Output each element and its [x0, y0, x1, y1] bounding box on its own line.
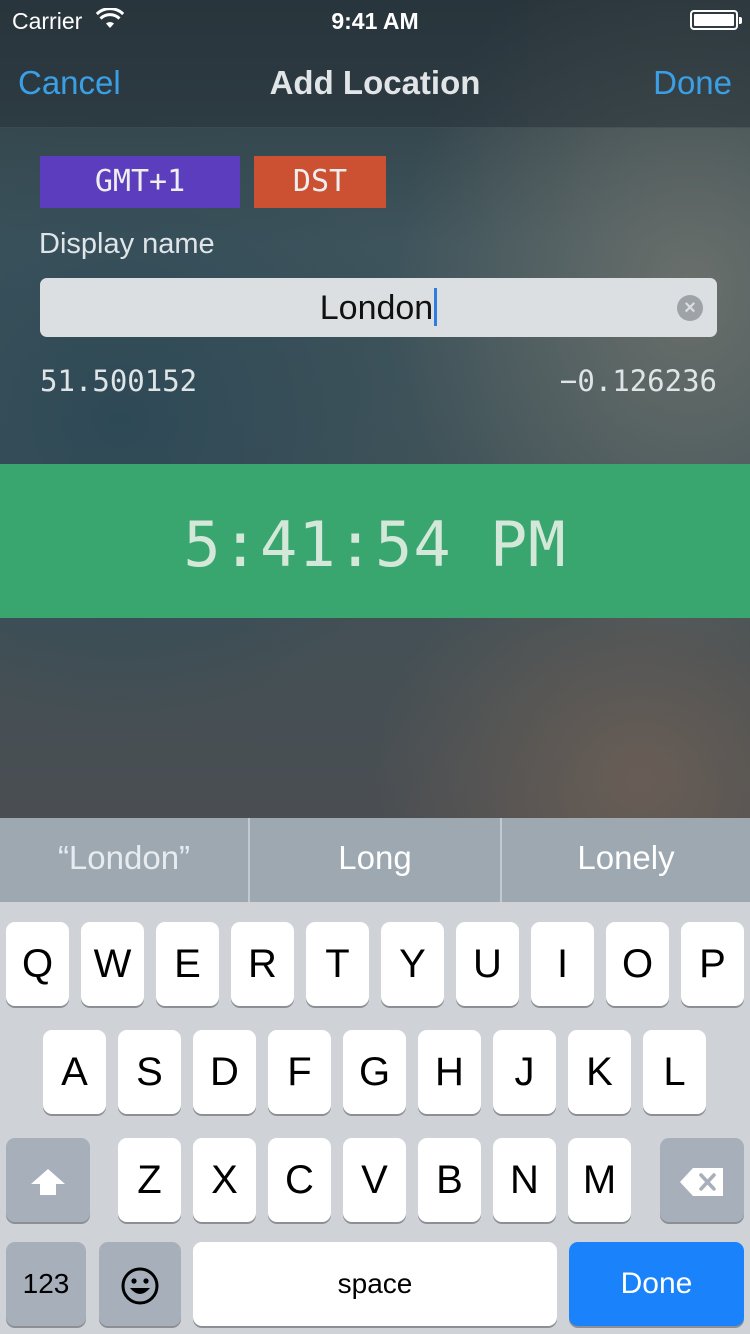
- display-name-field[interactable]: London ×: [40, 278, 717, 337]
- keyboard-done-key[interactable]: Done: [569, 1242, 744, 1326]
- status-bar: Carrier 9:41 AM: [0, 0, 750, 40]
- suggestion-item[interactable]: Lonely: [502, 818, 750, 902]
- key-k[interactable]: K: [568, 1030, 631, 1114]
- key-j[interactable]: J: [493, 1030, 556, 1114]
- display-name-value: London: [319, 289, 434, 327]
- key-p[interactable]: P: [681, 922, 744, 1006]
- text-caret: [434, 288, 438, 326]
- timezone-badge: GMT+1: [40, 156, 240, 208]
- local-time: 5:41:54 PM: [183, 508, 567, 581]
- autocorrect-bar: “London” Long Lonely: [0, 818, 750, 902]
- key-t[interactable]: T: [306, 922, 369, 1006]
- local-time-band: 5:41:54 PM: [0, 464, 750, 618]
- delete-key[interactable]: [660, 1138, 744, 1222]
- key-x[interactable]: X: [193, 1138, 256, 1222]
- done-button[interactable]: Done: [653, 64, 732, 102]
- longitude-value: −0.126236: [559, 364, 717, 398]
- key-a[interactable]: A: [43, 1030, 106, 1114]
- key-y[interactable]: Y: [381, 922, 444, 1006]
- keyboard: Q W E R T Y U I O P A S D F G H J K L Z …: [0, 902, 750, 1334]
- key-n[interactable]: N: [493, 1138, 556, 1222]
- key-d[interactable]: D: [193, 1030, 256, 1114]
- shift-key[interactable]: [6, 1138, 90, 1222]
- emoji-icon: [120, 1262, 160, 1306]
- page-title: Add Location: [269, 64, 481, 101]
- battery-icon: [690, 10, 742, 30]
- shift-arrow-icon: [29, 1158, 67, 1202]
- clear-text-icon[interactable]: ×: [677, 295, 703, 321]
- backspace-icon: [679, 1158, 725, 1202]
- key-e[interactable]: E: [156, 922, 219, 1006]
- key-h[interactable]: H: [418, 1030, 481, 1114]
- key-c[interactable]: C: [268, 1138, 331, 1222]
- key-f[interactable]: F: [268, 1030, 331, 1114]
- latitude-value: 51.500152: [40, 364, 198, 398]
- navigation-bar: Carrier 9:41 AM Cancel Add Location Done: [0, 0, 750, 128]
- key-b[interactable]: B: [418, 1138, 481, 1222]
- emoji-key[interactable]: [99, 1242, 181, 1326]
- key-u[interactable]: U: [456, 922, 519, 1006]
- key-g[interactable]: G: [343, 1030, 406, 1114]
- key-o[interactable]: O: [606, 922, 669, 1006]
- suggestion-item[interactable]: “London”: [0, 818, 248, 902]
- numbers-key[interactable]: 123: [6, 1242, 86, 1326]
- key-q[interactable]: Q: [6, 922, 69, 1006]
- status-time: 9:41 AM: [331, 8, 419, 34]
- key-l[interactable]: L: [643, 1030, 706, 1114]
- key-w[interactable]: W: [81, 922, 144, 1006]
- key-s[interactable]: S: [118, 1030, 181, 1114]
- key-v[interactable]: V: [343, 1138, 406, 1222]
- dst-badge: DST: [254, 156, 386, 208]
- key-m[interactable]: M: [568, 1138, 631, 1222]
- key-z[interactable]: Z: [118, 1138, 181, 1222]
- display-name-label: Display name: [39, 228, 215, 260]
- space-key[interactable]: space: [193, 1242, 557, 1326]
- key-i[interactable]: I: [531, 922, 594, 1006]
- suggestion-item[interactable]: Long: [250, 818, 500, 902]
- key-r[interactable]: R: [231, 922, 294, 1006]
